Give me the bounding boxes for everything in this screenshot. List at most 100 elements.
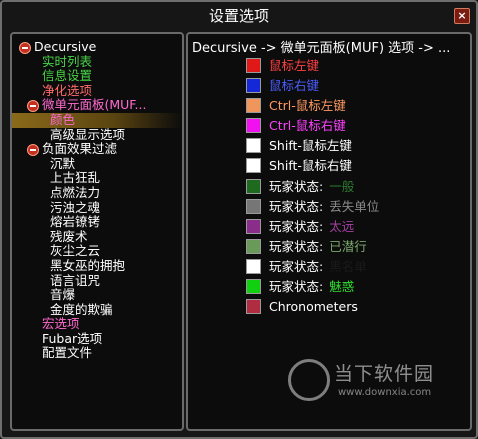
color-option[interactable]: Ctrl-鼠标左键 [246,96,379,116]
watermark-logo-icon [288,359,330,401]
color-option[interactable]: Shift-鼠标左键 [246,136,379,156]
tree-item-label: Fubar选项 [42,330,103,346]
window-title: 设置选项 [208,7,269,25]
tree-item-debuff[interactable]: 黑女巫的拥抱 [12,257,182,274]
color-option[interactable]: Shift-鼠标右键 [246,156,379,176]
color-swatch[interactable] [246,78,261,94]
tree-item-label: 信息设置 [42,68,93,84]
color-swatch[interactable] [246,178,261,194]
tree-item-label: 上古狂乱 [50,170,101,186]
tree-item-debuff[interactable]: 点燃法力 [12,184,182,201]
tree-item-debuff[interactable]: 语言诅咒 [12,272,182,289]
tree-item-label: 金度的欺骗 [50,301,113,317]
tree-item-decursive[interactable]: Decursive [12,39,182,55]
tree-item-label: 实时列表 [42,53,93,69]
tree-item-label: 残废术 [50,228,88,244]
color-option[interactable]: 玩家状态: 丢失单位 [246,197,379,217]
close-button[interactable]: × [454,8,470,24]
option-label: 鼠标左键 [269,58,320,73]
tree-item-debuff[interactable]: 污浊之魂 [12,200,182,216]
option-label: 已潜行 [329,238,367,254]
option-prefix: 玩家状态: [269,279,324,295]
color-option[interactable]: 玩家状态: 一般 [246,177,379,197]
color-swatch[interactable] [246,198,261,214]
option-label: Chronometers [269,299,358,315]
color-swatch[interactable] [246,118,261,134]
tree-item-debuff[interactable]: 上古狂乱 [12,171,182,186]
tree-item-label: 宏选项 [42,316,80,332]
option-prefix: 玩家状态: [269,258,324,274]
option-label: 魅惑 [329,279,355,295]
tree-item-label: 高级显示选项 [50,126,126,142]
tree-item-debuff[interactable]: 灰尘之云 [12,244,182,259]
option-label: 一般 [329,178,355,194]
color-option[interactable]: 玩家状态: 黑名单 [246,257,379,277]
color-swatch[interactable] [246,158,261,174]
tree-item-label: 音爆 [50,287,76,303]
option-prefix: 玩家状态: [269,238,324,254]
collapse-icon[interactable] [19,42,31,54]
option-prefix: 玩家状态: [269,178,324,194]
option-label: 太远 [329,218,355,234]
tree-item-profiles[interactable]: 配置文件 [12,346,182,361]
color-option[interactable]: Ctrl-鼠标右键 [246,116,379,136]
color-option[interactable]: 玩家状态: 太远 [246,217,379,237]
tree-item-advanced-display[interactable]: 高级显示选项 [12,126,182,143]
option-label: Ctrl-鼠标左键 [269,98,346,114]
tree-item-label: 灰尘之云 [50,243,101,259]
color-swatch[interactable] [246,58,261,73]
tree-item-label: 语言诅咒 [50,272,101,288]
option-prefix: 玩家状态: [269,198,324,214]
watermark: 当下软件园 www.downxia.com [288,357,448,415]
settings-window: 设置选项 × Decursive 实时列表 信息设置 净化选项 微单元面板(MUF...… [0,0,478,439]
collapse-icon[interactable] [27,144,39,157]
option-label: Shift-鼠标左键 [269,138,352,154]
color-option[interactable]: 鼠标左键 [246,56,379,76]
tree-item-fubar[interactable]: Fubar选项 [12,330,182,347]
tree-item-colors[interactable]: 颜色 [12,111,182,128]
tree-item-debuff[interactable]: 音爆 [12,287,182,303]
option-label: 鼠标右键 [269,78,320,94]
tree-item-muf[interactable]: 微单元面板(MUF... [12,98,182,113]
color-swatch[interactable] [246,299,261,315]
option-label: Shift-鼠标右键 [269,158,352,174]
tree-item-label: 点燃法力 [50,184,101,200]
tree-item-label: 颜色 [50,111,76,127]
tree-item-label: 净化选项 [42,82,93,98]
tree-item-label: 沉默 [50,155,76,171]
color-option[interactable]: 鼠标右键 [246,76,379,96]
options-tree-panel: Decursive 实时列表 信息设置 净化选项 微单元面板(MUF... 颜色 高级显示选… [10,32,184,431]
tree-item-label: 微单元面板(MUF... [42,97,147,113]
color-swatch[interactable] [246,238,261,254]
color-option[interactable]: 玩家状态: 魅惑 [246,277,379,297]
color-swatch[interactable] [246,98,261,114]
tree-item-label: 负面效果过滤 [42,141,118,157]
options-tree: Decursive 实时列表 信息设置 净化选项 微单元面板(MUF... 颜色 高级显示选… [12,39,182,361]
tree-item-info-settings[interactable]: 信息设置 [12,69,182,84]
tree-item-debuff[interactable]: 沉默 [12,155,182,172]
color-swatch[interactable] [246,279,261,295]
color-option[interactable]: Chronometers [246,297,379,317]
color-options-list: 鼠标左键鼠标右键 Ctrl-鼠标左键 Ctrl-鼠标右键 Shift-鼠标左键 Shif… [246,56,379,317]
collapse-icon[interactable] [27,100,39,113]
tree-item-label: Decursive [34,39,97,54]
tree-item-label: 配置文件 [42,345,93,361]
color-swatch[interactable] [246,218,261,234]
color-swatch[interactable] [246,138,261,154]
color-swatch[interactable] [246,258,261,274]
option-label: 丢失单位 [329,198,380,214]
tree-item-label: 熔岩镣铐 [50,214,101,230]
breadcrumb: Decursive -> 微单元面板(MUF) 选项 -> ... [192,41,451,56]
tree-item-debuff[interactable]: 熔岩镣铐 [12,215,182,230]
color-option[interactable]: 玩家状态: 已潜行 [246,237,379,257]
tree-item-macro[interactable]: 宏选项 [12,317,182,332]
option-label: Ctrl-鼠标右键 [269,118,346,134]
option-prefix: 玩家状态: [269,218,324,234]
tree-item-label: 黑女巫的拥抱 [50,257,126,273]
tree-item-debuff[interactable]: 残废术 [12,228,182,245]
tree-item-debuff[interactable]: 金度的欺骗 [12,301,182,318]
tree-item-cure-options[interactable]: 净化选项 [12,82,182,99]
watermark-url: www.downxia.com [338,387,432,398]
tree-item-live-list[interactable]: 实时列表 [12,53,182,70]
tree-item-debuff-filter[interactable]: 负面效果过滤 [12,142,182,157]
